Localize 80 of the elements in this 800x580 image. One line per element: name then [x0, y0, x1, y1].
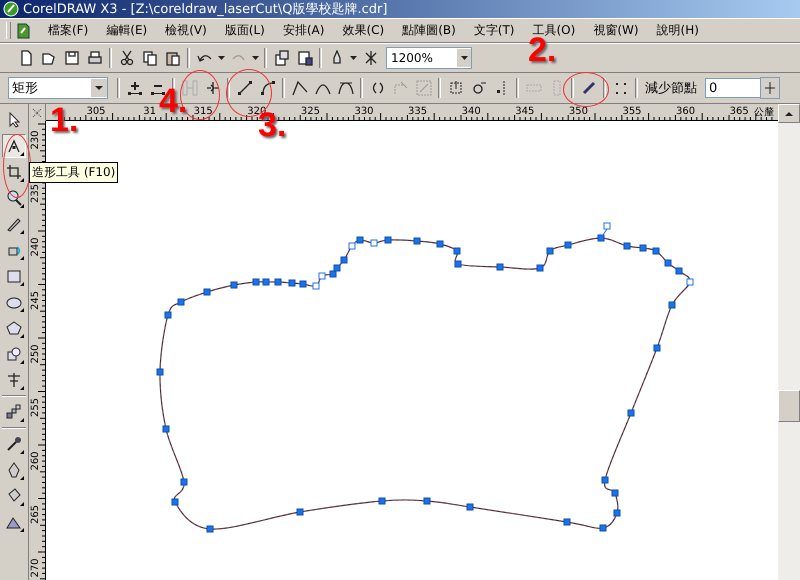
- ruler-number: 365: [730, 106, 749, 117]
- copy-icon: [142, 50, 158, 66]
- ruler-number: 335: [408, 106, 428, 117]
- ruler-number: 31: [143, 106, 156, 117]
- text-glyph-icon: [6, 372, 22, 388]
- extract-subpath-icon: [416, 80, 432, 96]
- ruler-number: 265: [30, 504, 41, 524]
- vertical-scrollbar[interactable]: [778, 104, 800, 580]
- paste-icon: [164, 50, 180, 66]
- add-node-icon: [126, 80, 142, 96]
- export-icon: [296, 50, 312, 66]
- reduce-nodes-label: 減少節點: [645, 80, 697, 97]
- magnifier-icon: [6, 190, 22, 206]
- document-logo-icon: [15, 22, 31, 38]
- spin-button[interactable]: [760, 77, 780, 99]
- spin-arrows-icon: [765, 82, 775, 94]
- toolbox-tool[interactable]: [2, 134, 26, 158]
- menu-item[interactable]: 版面(L): [216, 20, 274, 41]
- save-icon: [64, 50, 80, 66]
- caret-icon: [350, 55, 357, 61]
- menu-item[interactable]: 效果(C): [333, 20, 394, 41]
- ruler-number: 355: [622, 106, 642, 117]
- caret-icon: [252, 55, 259, 61]
- scrollbar-thumb[interactable]: [778, 390, 800, 422]
- printer-icon: [86, 50, 102, 66]
- ruler-unit: 公釐: [754, 107, 774, 118]
- ruler-number: 325: [300, 106, 320, 117]
- up-arrow-icon: [785, 110, 793, 116]
- blocks-icon: [6, 404, 22, 420]
- shape-type-dropdown[interactable]: 矩形: [8, 77, 108, 99]
- pen-freehand-icon: [6, 216, 22, 232]
- ruler-number: 345: [515, 106, 534, 117]
- symmetric-node-icon: [338, 80, 354, 96]
- symbol-glyph-icon: [362, 50, 378, 66]
- extend-curve-icon: [392, 80, 408, 96]
- rectangle-icon: [6, 268, 22, 284]
- menu-item[interactable]: 點陣圖(B): [393, 20, 465, 41]
- crop-icon: [6, 164, 22, 180]
- break-curve-icon: [204, 80, 220, 96]
- ruler-number: 260: [30, 451, 41, 471]
- menu-item[interactable]: 說明(H): [648, 20, 708, 41]
- ruler-number: 270: [30, 558, 41, 578]
- ruler-number: 240: [30, 237, 41, 257]
- ruler-number: 350: [568, 106, 588, 117]
- stretch-nodes-icon: [448, 80, 464, 96]
- menu-item[interactable]: 檢視(V): [156, 20, 216, 41]
- ruler-number: 230: [30, 130, 41, 150]
- eyedropper-icon: [6, 436, 22, 452]
- caret-icon: [95, 85, 103, 91]
- ruler-number: 340: [462, 106, 481, 117]
- menu-item[interactable]: 編輯(E): [97, 20, 156, 41]
- ruler-number: 245: [30, 290, 41, 310]
- zoom-dropdown[interactable]: 1200%: [386, 47, 472, 69]
- curve-segment-icon: [260, 80, 276, 96]
- caret-icon: [218, 55, 225, 61]
- caret-icon: [460, 55, 468, 61]
- ruler-number: 235: [30, 184, 41, 204]
- pentagon-icon: [6, 320, 22, 336]
- ruler-number: 330: [354, 106, 374, 117]
- tooltip: 造形工具 (F10): [29, 162, 118, 183]
- menu-item[interactable]: 檔案(F): [39, 20, 98, 41]
- ruler-number: 315: [194, 106, 213, 117]
- ruler-number: 250: [30, 344, 41, 364]
- ruler-number: 305: [86, 106, 106, 117]
- annotation-ellipse: [563, 72, 609, 107]
- menu-item[interactable]: 視窗(W): [584, 20, 648, 41]
- ruler-number: 255: [30, 398, 41, 418]
- ruler-number: 360: [676, 106, 696, 117]
- scissors-icon: [118, 50, 134, 66]
- basic-shapes-icon: [6, 346, 22, 362]
- rotate-nodes-icon: [470, 80, 486, 96]
- line-segment-icon: [236, 80, 252, 96]
- shape-tool-icon: [6, 138, 22, 154]
- menu-item[interactable]: 安排(A): [274, 20, 334, 41]
- import-icon: [274, 50, 290, 66]
- reduce-nodes-input[interactable]: 0: [705, 78, 761, 98]
- window-title: CorelDRAW X3 - [Z:\coreldraw_laserCut\Q版學校匙牌.cdr]: [23, 1, 388, 18]
- menu-item[interactable]: 文字(T): [464, 20, 524, 41]
- ruler-origin-icon: [31, 106, 43, 118]
- cusp-node-icon: [292, 80, 308, 96]
